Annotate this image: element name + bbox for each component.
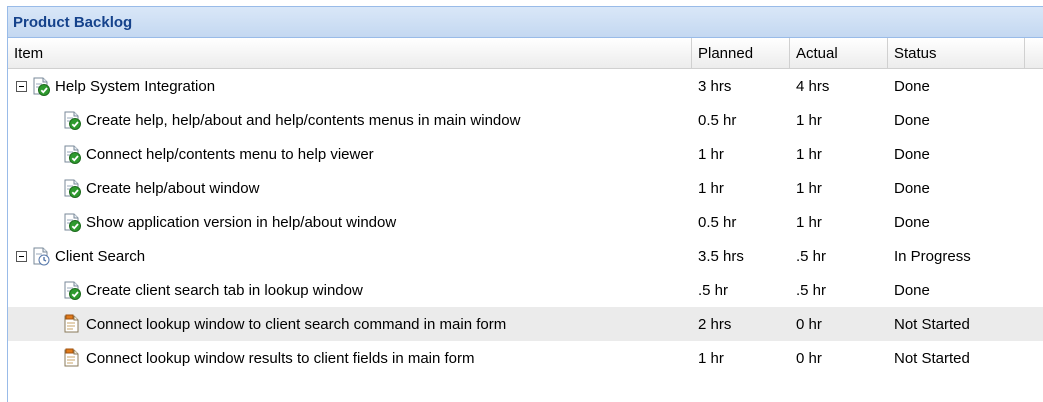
planned-cell: 1 hr: [698, 349, 724, 367]
actual-cell: .5 hr: [796, 281, 827, 299]
task-done-icon: [62, 178, 82, 198]
planned-cell: 1 hr: [698, 179, 724, 197]
item-cell: Connect lookup window to client search c…: [8, 307, 692, 341]
actual-cell: 0 hr: [796, 315, 822, 333]
collapse-toggle-icon[interactable]: [16, 80, 27, 92]
task-done-icon: [62, 280, 82, 300]
task-not-started-icon: [62, 348, 82, 368]
planned-cell: 2 hrs: [698, 315, 732, 333]
status-cell: In Progress: [894, 247, 971, 265]
panel-title: Product Backlog: [13, 13, 133, 31]
actual-cell: 1 hr: [796, 213, 822, 231]
column-header-status[interactable]: Status: [888, 38, 1025, 68]
item-label: Connect help/contents menu to help viewe…: [86, 145, 374, 163]
actual-cell: 1 hr: [796, 145, 822, 163]
actual-cell: 4 hrs: [796, 77, 830, 95]
item-cell: Create help/about window: [8, 171, 692, 205]
planned-cell: 1 hr: [698, 145, 724, 163]
planned-cell: 3 hrs: [698, 77, 732, 95]
task-done-icon: [31, 76, 51, 96]
column-header-actual[interactable]: Actual: [790, 38, 888, 68]
table-row[interactable]: Create help/about window 1 hr 1 hr Done: [8, 171, 1043, 205]
table-row[interactable]: Client Search 3.5 hrs .5 hr In Progress: [8, 239, 1043, 273]
table-row[interactable]: Create help, help/about and help/content…: [8, 103, 1043, 137]
item-cell: Help System Integration: [8, 69, 692, 103]
task-done-icon: [62, 212, 82, 232]
product-backlog-panel: Product Backlog Item Planned Actual Stat…: [7, 6, 1043, 402]
item-cell: Connect help/contents menu to help viewe…: [8, 137, 692, 171]
status-cell: Not Started: [894, 349, 970, 367]
item-label: Help System Integration: [55, 77, 216, 95]
task-done-icon: [62, 110, 82, 130]
panel-title-bar: Product Backlog: [8, 7, 1043, 38]
table-row[interactable]: Help System Integration 3 hrs 4 hrs Done: [8, 69, 1043, 103]
status-cell: Done: [894, 145, 930, 163]
table-row[interactable]: Create client search tab in lookup windo…: [8, 273, 1043, 307]
planned-cell: 0.5 hr: [698, 111, 737, 129]
item-cell: Show application version in help/about w…: [8, 205, 692, 239]
actual-cell: .5 hr: [796, 247, 827, 265]
item-label: Client Search: [55, 247, 146, 265]
task-done-icon: [62, 144, 82, 164]
status-cell: Done: [894, 179, 930, 197]
status-cell: Done: [894, 213, 930, 231]
table-row[interactable]: Show application version in help/about w…: [8, 205, 1043, 239]
item-label: Create client search tab in lookup windo…: [86, 281, 363, 299]
item-label: Create help/about window: [86, 179, 260, 197]
actual-cell: 0 hr: [796, 349, 822, 367]
planned-cell: 3.5 hrs: [698, 247, 744, 265]
planned-cell: .5 hr: [698, 281, 729, 299]
item-label: Connect lookup window results to client …: [86, 349, 475, 367]
item-label: Show application version in help/about w…: [86, 213, 397, 231]
column-header-item[interactable]: Item: [8, 38, 692, 68]
status-cell: Done: [894, 111, 930, 129]
item-cell: Create help, help/about and help/content…: [8, 103, 692, 137]
item-cell: Create client search tab in lookup windo…: [8, 273, 692, 307]
grid-body: Help System Integration 3 hrs 4 hrs Done Cre…: [8, 69, 1043, 375]
column-header-planned[interactable]: Planned: [692, 38, 790, 68]
table-row[interactable]: Connect lookup window to client search c…: [8, 307, 1043, 341]
status-cell: Done: [894, 281, 930, 299]
table-row[interactable]: Connect lookup window results to client …: [8, 341, 1043, 375]
item-label: Connect lookup window to client search c…: [86, 315, 507, 333]
item-label: Create help, help/about and help/content…: [86, 111, 521, 129]
actual-cell: 1 hr: [796, 111, 822, 129]
status-cell: Not Started: [894, 315, 970, 333]
task-in-progress-icon: [31, 246, 51, 266]
planned-cell: 0.5 hr: [698, 213, 737, 231]
item-cell: Connect lookup window results to client …: [8, 341, 692, 375]
table-row[interactable]: Connect help/contents menu to help viewe…: [8, 137, 1043, 171]
status-cell: Done: [894, 77, 930, 95]
column-header-filler: [1025, 38, 1043, 68]
item-cell: Client Search: [8, 239, 692, 273]
task-not-started-icon: [62, 314, 82, 334]
grid-header: Item Planned Actual Status: [8, 38, 1043, 69]
actual-cell: 1 hr: [796, 179, 822, 197]
collapse-toggle-icon[interactable]: [16, 250, 27, 262]
